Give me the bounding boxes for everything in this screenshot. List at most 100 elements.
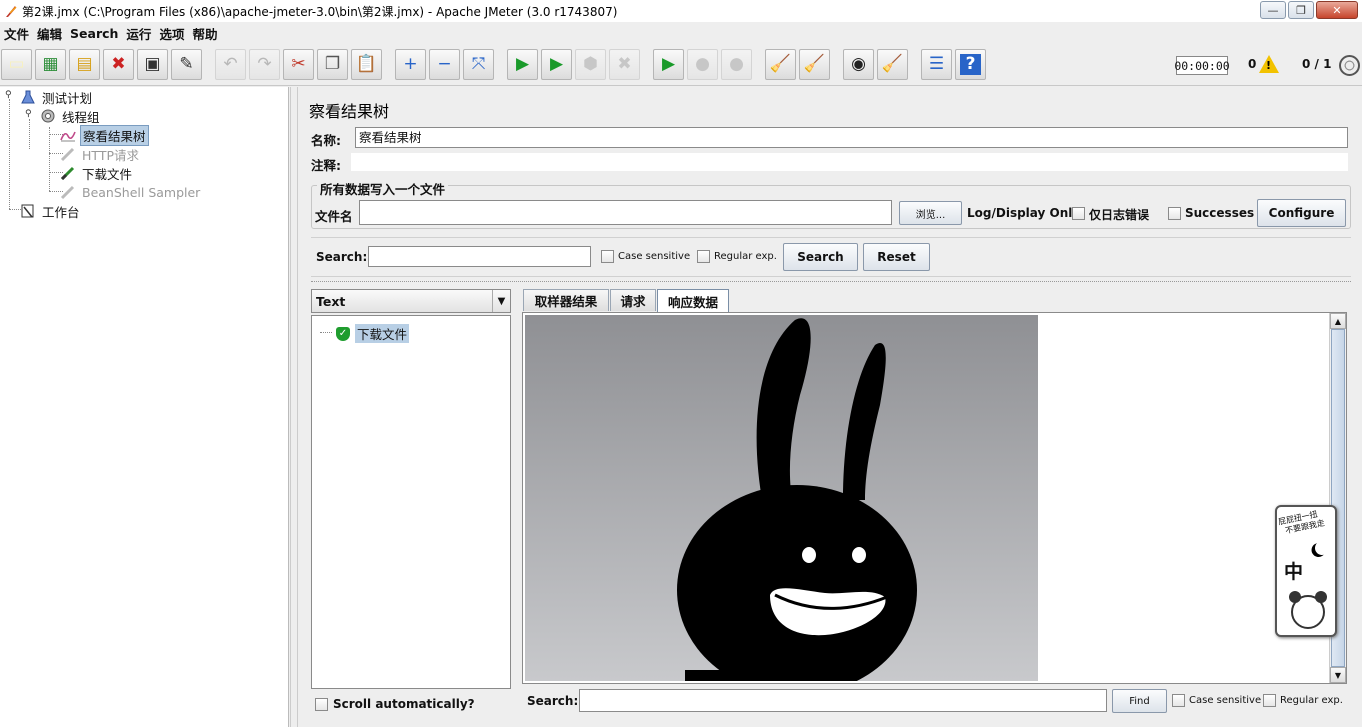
name-input[interactable]: 察看结果树 (355, 127, 1348, 148)
shutdown-button[interactable]: ✖ (609, 49, 640, 80)
menu-options[interactable]: 选项 (158, 24, 191, 43)
search-label: Search: (316, 250, 368, 264)
search-binoculars-button[interactable]: ◉ (843, 49, 874, 80)
tree-item-view-results-tree[interactable]: 察看结果树 (60, 124, 149, 146)
maximize-button[interactable]: ❐ (1288, 1, 1314, 19)
ime-widget[interactable]: 屁屁扭一扭 不要跟我走 中 (1275, 505, 1337, 637)
listener-icon (60, 127, 76, 143)
response-image (525, 315, 1038, 681)
remote-start-button[interactable]: ▶ (653, 49, 684, 80)
find-regex-checkbox[interactable] (1263, 694, 1276, 707)
ime-mode-char: 中 (1284, 561, 1304, 583)
sample-result-tree: ✓ 下载文件 (311, 315, 511, 689)
browse-button[interactable]: 浏览... (899, 201, 962, 225)
successes-checkbox[interactable] (1168, 207, 1181, 220)
scroll-auto-checkbox[interactable] (315, 698, 328, 711)
collapse-button[interactable]: − (429, 49, 460, 80)
collapse-toggle-icon[interactable]: ⚲ (25, 110, 34, 119)
successes-label: Successes (1185, 206, 1255, 220)
tree-item-beanshell-sampler[interactable]: BeanShell Sampler (60, 183, 202, 201)
tab-sampler-result[interactable]: 取样器结果 (523, 289, 609, 311)
save-as-button[interactable]: ✎ (171, 49, 202, 80)
expand-button[interactable]: + (395, 49, 426, 80)
clear-button[interactable]: 🧹 (765, 49, 796, 80)
menu-file[interactable]: 文件 (4, 24, 36, 43)
minimize-button[interactable]: — (1260, 1, 1286, 19)
copy-button[interactable]: ❐ (317, 49, 348, 80)
main-splitter[interactable] (290, 87, 298, 727)
search-input[interactable] (368, 246, 591, 267)
search-button[interactable]: Search (783, 243, 858, 271)
errors-only-checkbox[interactable] (1072, 207, 1085, 220)
menu-help[interactable]: 帮助 (191, 24, 224, 43)
comment-input[interactable] (351, 153, 1348, 171)
tree-item-workbench[interactable]: 工作台 (20, 202, 82, 220)
undo-button[interactable]: ↶ (215, 49, 246, 80)
menu-run[interactable]: 运行 (125, 24, 158, 43)
find-bar: Search: Find Case sensitive Regular exp. (522, 687, 1347, 715)
active-threads: 0 / 1 (1302, 57, 1332, 71)
menu-bar: 文件 编辑 Search 运行 选项 帮助 (0, 22, 1362, 44)
clear-all-button[interactable]: 🧹 (799, 49, 830, 80)
regex-checkbox[interactable] (697, 250, 710, 263)
filename-input[interactable] (359, 200, 892, 225)
save-icon: ▣ (144, 54, 161, 74)
menu-search[interactable]: Search (69, 26, 125, 41)
save-button[interactable]: ▣ (137, 49, 168, 80)
templates-button[interactable]: ▦ (35, 49, 66, 80)
shutdown-icon: ✖ (617, 54, 632, 74)
help-button[interactable]: ? (955, 49, 986, 80)
results-splitter[interactable] (511, 287, 520, 719)
collapse-toggle-icon[interactable]: ⚲ (5, 91, 14, 100)
find-regex-label: Regular exp. (1280, 695, 1343, 706)
toggle-button[interactable]: ⤧ (463, 49, 494, 80)
success-shield-icon: ✓ (336, 326, 350, 341)
tab-response-data[interactable]: 响应数据 (657, 289, 729, 312)
warning-icon[interactable]: ! (1259, 55, 1279, 73)
start-button[interactable]: ▶ (507, 49, 538, 80)
configure-button[interactable]: Configure (1257, 199, 1346, 227)
panda-icon (1289, 591, 1327, 629)
scroll-down-icon[interactable]: ▼ (1330, 667, 1346, 683)
close-button[interactable]: ✖ (103, 49, 134, 80)
open-button[interactable]: ▤ (69, 49, 100, 80)
paste-button[interactable]: 📋 (351, 49, 382, 80)
remote-stop-button[interactable]: ● (687, 49, 718, 80)
find-input[interactable] (579, 689, 1107, 712)
renderer-select[interactable]: Text ▼ (311, 289, 511, 313)
find-case-checkbox[interactable] (1172, 694, 1185, 707)
close-icon: ✖ (111, 54, 126, 74)
splitter-handle[interactable] (311, 281, 1351, 285)
remote-shutdown-button[interactable]: ● (721, 49, 752, 80)
undo-icon: ↶ (223, 54, 238, 74)
scroll-up-icon[interactable]: ▲ (1330, 313, 1346, 329)
function-helper-button[interactable]: ☰ (921, 49, 952, 80)
tree-item-http-request[interactable]: HTTP请求 (60, 145, 141, 163)
redo-button[interactable]: ↷ (249, 49, 280, 80)
new-button[interactable]: ▭ (1, 49, 32, 80)
cut-button[interactable]: ✂ (283, 49, 314, 80)
stop-button[interactable]: ⬢ (575, 49, 606, 80)
find-label: Search: (527, 694, 579, 708)
open-icon: ▤ (76, 54, 93, 74)
result-item-download-file[interactable]: ✓ 下载文件 (336, 324, 410, 343)
close-window-button[interactable]: ✕ (1316, 1, 1358, 19)
widget-caption: 屁屁扭一扭 不要跟我走 (1277, 509, 1326, 536)
moon-icon (1312, 538, 1331, 557)
minimize-icon: — (1267, 3, 1279, 17)
reset-button[interactable]: Reset (863, 243, 930, 271)
reset-search-button[interactable]: 🧹 (877, 49, 908, 80)
start-no-pause-button[interactable]: ▶ (541, 49, 572, 80)
reset-search-icon: 🧹 (881, 54, 904, 74)
tree-item-thread-group[interactable]: 线程组 (40, 107, 102, 125)
sampler-icon (60, 184, 76, 200)
find-button[interactable]: Find (1112, 689, 1167, 713)
help-icon: ? (959, 54, 982, 75)
tab-request[interactable]: 请求 (610, 289, 656, 311)
case-sensitive-checkbox[interactable] (601, 250, 614, 263)
comment-label: 注释: (311, 158, 341, 173)
menu-edit[interactable]: 编辑 (36, 24, 69, 43)
tree-item-test-plan[interactable]: 测试计划 (20, 88, 94, 106)
tree-item-download-file[interactable]: 下载文件 (60, 164, 134, 182)
maximize-icon: ❐ (1296, 3, 1306, 17)
